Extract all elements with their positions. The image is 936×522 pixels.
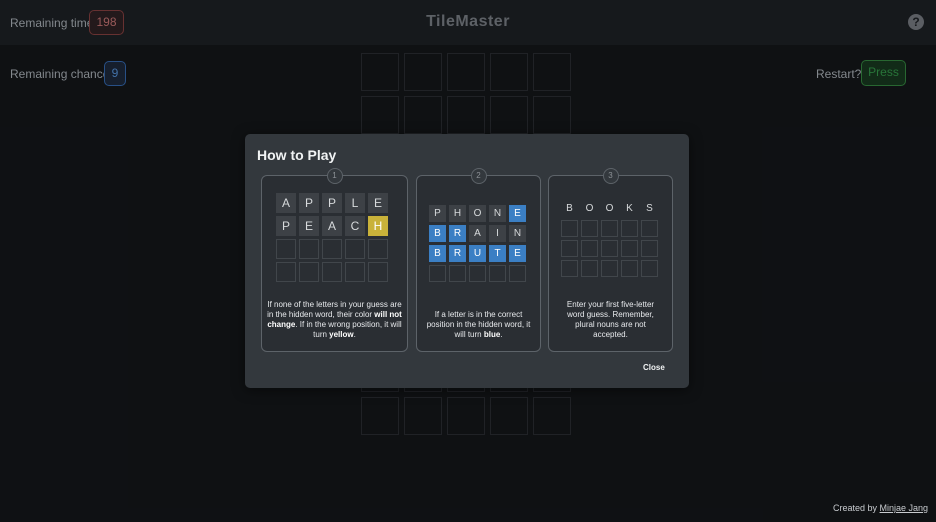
- instruction-card-2: 2 P H O N E B R A I N B R U T E If a let…: [416, 168, 541, 352]
- example-tile-blue: R: [449, 245, 466, 262]
- empty-tile: [561, 260, 578, 277]
- empty-tile: [345, 239, 365, 259]
- example-tile-blue: R: [449, 225, 466, 242]
- empty-tile: [276, 262, 296, 282]
- credit: Created by Minjae Jang: [833, 503, 929, 513]
- example-tile: K: [626, 203, 633, 214]
- instruction-text: Enter your first five-letter word guess.…: [566, 300, 655, 339]
- example-grid: A P P L E P E A C H: [276, 193, 388, 282]
- step-number: 2: [470, 168, 487, 184]
- example-tile: C: [345, 216, 365, 236]
- example-tile: B: [566, 203, 573, 214]
- example-tile: P: [322, 193, 342, 213]
- empty-tile: [469, 265, 486, 282]
- empty-tile: [641, 220, 658, 237]
- example-tile: E: [299, 216, 319, 236]
- example-tile: N: [509, 225, 526, 242]
- example-tile-blue: U: [469, 245, 486, 262]
- example-tile-blue: B: [429, 225, 446, 242]
- example-tile-blue: T: [489, 245, 506, 262]
- empty-tile: [581, 260, 598, 277]
- example-tile-blue: B: [429, 245, 446, 262]
- empty-tile: [581, 240, 598, 257]
- empty-tile: [368, 262, 388, 282]
- instruction-text: If a letter is in the correct position i…: [426, 310, 531, 339]
- empty-tile: [299, 262, 319, 282]
- example-tile: P: [429, 205, 446, 222]
- example-tile-blue: E: [509, 245, 526, 262]
- empty-tile: [322, 262, 342, 282]
- step-number: 1: [326, 168, 343, 184]
- example-tile: A: [276, 193, 296, 213]
- example-tile: O: [585, 203, 594, 214]
- instruction-card-1: 1 A P P L E P E A C H If none of the let…: [261, 168, 408, 352]
- empty-tile: [601, 260, 618, 277]
- empty-tile: [449, 265, 466, 282]
- step-number: 3: [602, 168, 619, 184]
- example-tile-blue: E: [509, 205, 526, 222]
- example-tile: I: [489, 225, 506, 242]
- example-tile: O: [469, 205, 486, 222]
- example-tile-yellow: H: [368, 216, 388, 236]
- example-tile: O: [605, 203, 614, 214]
- empty-tile: [368, 239, 388, 259]
- example-tile: N: [489, 205, 506, 222]
- empty-tile: [641, 260, 658, 277]
- example-tile: L: [345, 193, 365, 213]
- instruction-card-3: 3 B O O K S Enter your first five-letter…: [548, 168, 673, 352]
- example-grid: B O O K S: [561, 200, 658, 277]
- close-button[interactable]: Close: [643, 363, 665, 372]
- instruction-text: If none of the letters in your guess are…: [267, 300, 402, 339]
- modal-title: How to Play: [257, 147, 337, 163]
- empty-tile: [299, 239, 319, 259]
- empty-tile: [429, 265, 446, 282]
- example-tile: A: [322, 216, 342, 236]
- empty-tile: [601, 220, 618, 237]
- how-to-play-modal: How to Play 1 A P P L E P E A C H If non…: [245, 134, 689, 388]
- example-tile: P: [276, 216, 296, 236]
- empty-tile: [509, 265, 526, 282]
- empty-tile: [621, 220, 638, 237]
- empty-tile: [601, 240, 618, 257]
- example-tile: H: [449, 205, 466, 222]
- example-grid: P H O N E B R A I N B R U T E: [429, 205, 526, 282]
- empty-tile: [322, 239, 342, 259]
- empty-tile: [641, 240, 658, 257]
- author-link[interactable]: Minjae Jang: [880, 503, 929, 513]
- empty-tile: [621, 240, 638, 257]
- empty-tile: [621, 260, 638, 277]
- empty-tile: [489, 265, 506, 282]
- empty-tile: [561, 220, 578, 237]
- empty-tile: [276, 239, 296, 259]
- empty-tile: [561, 240, 578, 257]
- example-tile: E: [368, 193, 388, 213]
- example-tile: S: [646, 203, 653, 214]
- empty-tile: [581, 220, 598, 237]
- empty-tile: [345, 262, 365, 282]
- example-tile: P: [299, 193, 319, 213]
- example-tile: A: [469, 225, 486, 242]
